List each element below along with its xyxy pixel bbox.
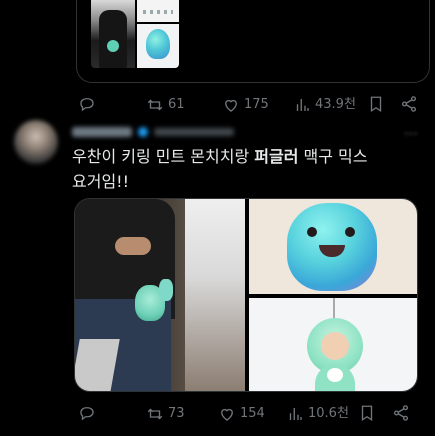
tweet-text-part: 맥구 믹스 [298,147,368,166]
tweet-photo-fuzzy-plush[interactable] [249,199,417,294]
tweet-text-part: 우찬이 키링 민트 몬치치랑 [72,147,255,166]
share-button[interactable] [392,404,410,422]
prev-retweet-button[interactable]: 61 [146,95,185,115]
like-count: 154 [240,406,265,421]
more-icon[interactable]: ⋯ [404,126,418,142]
prev-reply-button[interactable] [78,95,100,113]
tweet-text-line-2: 요거임!! [72,172,129,191]
previous-tweet-photo-1[interactable] [91,0,135,68]
avatar[interactable] [14,120,58,164]
like-button[interactable]: 154 [218,404,265,424]
views-icon [296,99,309,111]
previous-tweet-photo-3[interactable] [137,24,179,68]
tweet-media-grid [74,198,418,392]
prev-like-button[interactable]: 175 [222,95,269,115]
prev-view-count: 43.9천 [315,97,356,112]
heart-icon [221,408,233,421]
tweet-text-line-1: 우찬이 키링 민트 몬치치랑 퍼글러 맥구 믹스 [72,144,412,169]
views-icon [289,408,302,420]
bookmark-icon [361,405,373,422]
reply-button[interactable] [78,404,100,422]
retweet-icon [147,408,163,420]
prev-retweet-count: 61 [168,97,185,112]
bookmark-icon [370,96,382,113]
author-name[interactable] [72,127,132,137]
reply-icon [80,98,94,112]
retweet-count: 73 [168,406,185,421]
prev-like-count: 175 [244,97,269,112]
views-button[interactable]: 10.6천 [286,404,349,424]
share-icon [401,96,417,112]
bookmark-button[interactable] [358,404,376,422]
retweet-icon [147,99,163,111]
tweet-photo-person-keyring[interactable] [75,199,245,391]
tweet-photo-monchhichi-keyring[interactable] [249,298,417,391]
share-icon [393,405,409,421]
prev-bookmark-button[interactable] [367,95,385,113]
view-count: 10.6천 [308,406,349,421]
prev-views-button[interactable]: 43.9천 [293,95,356,115]
tweet-text-bold: 퍼글러 [254,147,299,166]
tweet-text: 우찬이 키링 민트 몬치치랑 퍼글러 맥구 믹스 요거임!! [72,144,412,194]
prev-share-button[interactable] [400,95,418,113]
tweet-author-header[interactable] [72,124,272,140]
author-handle[interactable] [154,128,234,136]
verified-icon [138,127,148,137]
heart-icon [225,99,237,112]
reply-icon [80,407,94,421]
retweet-button[interactable]: 73 [146,404,185,424]
previous-tweet-photo-2[interactable] [137,0,179,22]
